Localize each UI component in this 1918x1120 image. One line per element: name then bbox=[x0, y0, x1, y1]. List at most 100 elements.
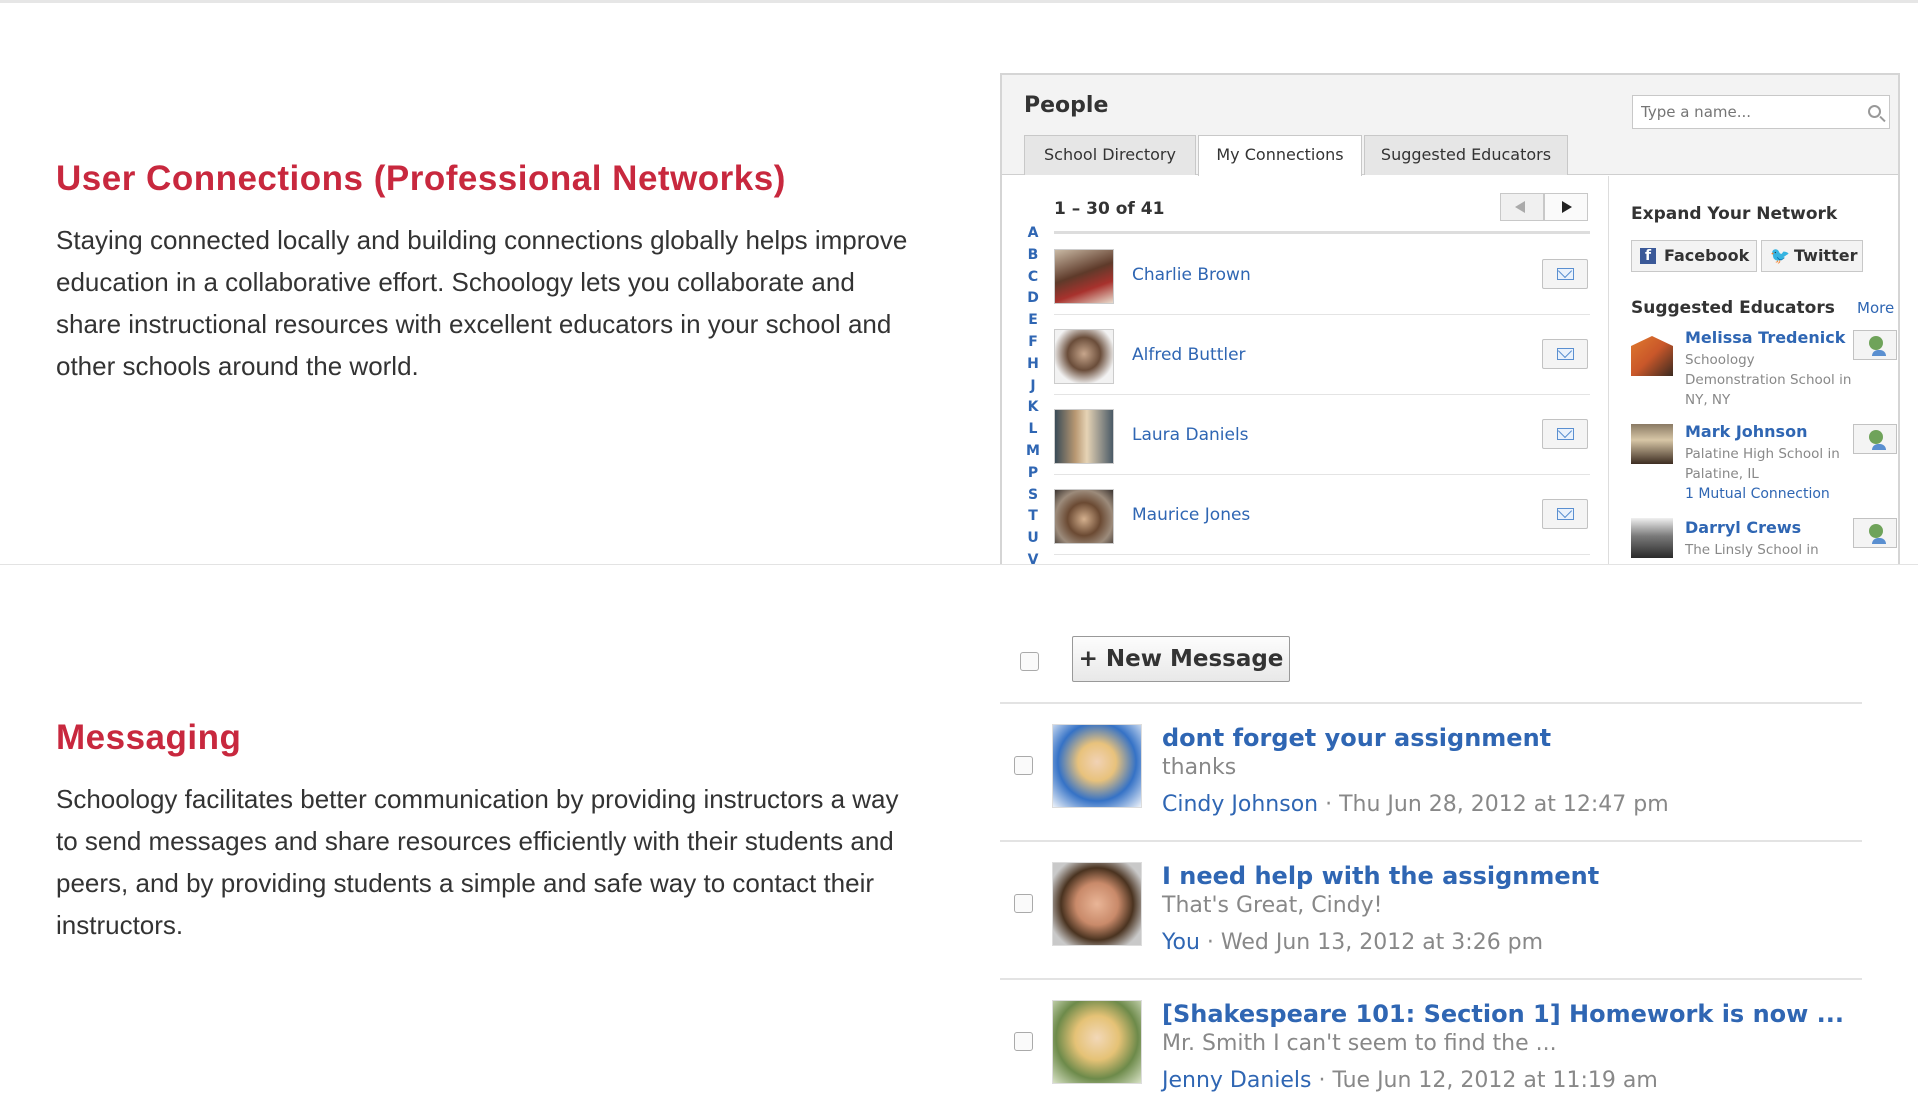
letter-link[interactable]: P bbox=[1024, 463, 1042, 485]
letter-link[interactable]: S bbox=[1024, 485, 1042, 507]
prev-page-button[interactable] bbox=[1500, 193, 1544, 221]
sender-avatar[interactable] bbox=[1052, 1000, 1142, 1084]
connections-section: User Connections (Professional Networks)… bbox=[0, 3, 1918, 565]
educator-avatar[interactable] bbox=[1631, 336, 1673, 376]
search-icon[interactable] bbox=[1868, 105, 1881, 118]
letter-link[interactable]: M bbox=[1024, 441, 1042, 463]
letter-link[interactable]: U bbox=[1024, 528, 1042, 550]
expand-network-title: Expand Your Network bbox=[1631, 204, 1838, 224]
message-button[interactable] bbox=[1542, 339, 1588, 369]
message-preview: That's Great, Cindy! bbox=[1162, 893, 1383, 918]
avatar[interactable] bbox=[1054, 249, 1114, 304]
select-all-checkbox[interactable] bbox=[1020, 652, 1039, 671]
messages-panel: + New Message dont forget your assignmen… bbox=[1000, 636, 1862, 1120]
educator-name[interactable]: Mark Johnson bbox=[1685, 422, 1807, 441]
letter-link[interactable]: L bbox=[1024, 419, 1042, 441]
letter-link[interactable]: J bbox=[1024, 376, 1042, 398]
messaging-title: Messaging bbox=[56, 718, 242, 757]
message-button[interactable] bbox=[1542, 419, 1588, 449]
letter-link[interactable]: T bbox=[1024, 506, 1042, 528]
people-panel: People School Directory My Connections S… bbox=[1000, 73, 1900, 564]
add-connection-button[interactable] bbox=[1853, 424, 1897, 454]
pager bbox=[1500, 193, 1590, 221]
letter-link[interactable]: F bbox=[1024, 332, 1042, 354]
educator-name[interactable]: Darryl Crews bbox=[1685, 518, 1801, 537]
new-message-button[interactable]: + New Message bbox=[1072, 636, 1290, 682]
letter-link[interactable]: H bbox=[1024, 354, 1042, 376]
message-row[interactable]: I need help with the assignment That's G… bbox=[1000, 842, 1862, 978]
mutual-connections-link[interactable]: 1 Mutual Connection bbox=[1685, 486, 1830, 502]
people-search-box bbox=[1632, 95, 1890, 129]
letter-link[interactable]: B bbox=[1024, 245, 1042, 267]
messaging-section: Messaging Schoology facilitates better c… bbox=[0, 566, 1918, 1120]
facebook-label: Facebook bbox=[1664, 246, 1750, 265]
connection-name[interactable]: Maurice Jones bbox=[1132, 505, 1250, 525]
results-count: 1 – 30 of 41 bbox=[1054, 199, 1165, 219]
alphabet-index: A B C D E F H J K L M P S T U V bbox=[1024, 223, 1042, 564]
educator-name[interactable]: Melissa Tredenick bbox=[1685, 328, 1845, 347]
message-meta: Cindy Johnson · Thu Jun 28, 2012 at 12:4… bbox=[1162, 792, 1669, 817]
message-subject[interactable]: dont forget your assignment bbox=[1162, 724, 1551, 752]
twitter-icon: 🐦 bbox=[1770, 246, 1790, 265]
message-row[interactable]: [Shakespeare 101: Section 1] Homework is… bbox=[1000, 980, 1862, 1116]
facebook-button[interactable]: f Facebook bbox=[1631, 240, 1757, 272]
educator-school: Schoology Demonstration School in NY, NY bbox=[1685, 352, 1852, 408]
letter-link[interactable]: E bbox=[1024, 310, 1042, 332]
connection-row: Laura Daniels bbox=[1054, 395, 1590, 475]
message-button[interactable] bbox=[1542, 499, 1588, 529]
tab-school-directory[interactable]: School Directory bbox=[1024, 135, 1196, 175]
people-header: People School Directory My Connections S… bbox=[1002, 75, 1898, 176]
message-row[interactable]: dont forget your assignment thanks Cindy… bbox=[1000, 704, 1862, 840]
message-sender[interactable]: Jenny Daniels bbox=[1162, 1068, 1312, 1093]
sender-avatar[interactable] bbox=[1052, 724, 1142, 808]
educator-avatar[interactable] bbox=[1631, 424, 1673, 464]
add-connection-button[interactable] bbox=[1853, 330, 1897, 360]
mail-icon bbox=[1557, 428, 1574, 440]
connections-title: User Connections (Professional Networks) bbox=[56, 159, 786, 198]
messaging-text: Messaging Schoology facilitates better c… bbox=[56, 716, 916, 946]
connections-description: Staying connected locally and building c… bbox=[56, 225, 908, 381]
connection-name[interactable]: Charlie Brown bbox=[1132, 265, 1251, 285]
people-search-input[interactable] bbox=[1633, 96, 1853, 128]
connection-name[interactable]: Alfred Buttler bbox=[1132, 345, 1246, 365]
letter-link[interactable]: K bbox=[1024, 397, 1042, 419]
message-date: · Wed Jun 13, 2012 at 3:26 pm bbox=[1199, 930, 1544, 955]
add-user-icon bbox=[1869, 524, 1886, 544]
connection-row: Charlie Brown bbox=[1054, 235, 1590, 315]
letter-link[interactable]: C bbox=[1024, 267, 1042, 289]
avatar[interactable] bbox=[1054, 409, 1114, 464]
message-sender[interactable]: Cindy Johnson bbox=[1162, 792, 1318, 817]
educator-avatar[interactable] bbox=[1631, 518, 1673, 558]
avatar[interactable] bbox=[1054, 329, 1114, 384]
message-preview: Mr. Smith I can't seem to find the ... bbox=[1162, 1031, 1557, 1056]
twitter-button[interactable]: 🐦 Twitter bbox=[1761, 240, 1863, 272]
sender-avatar[interactable] bbox=[1052, 862, 1142, 946]
next-page-button[interactable] bbox=[1544, 193, 1588, 221]
letter-link[interactable]: V bbox=[1024, 550, 1042, 564]
connection-name[interactable]: Laura Daniels bbox=[1132, 425, 1249, 445]
add-connection-button[interactable] bbox=[1853, 518, 1897, 548]
message-meta: Jenny Daniels · Tue Jun 12, 2012 at 11:1… bbox=[1162, 1068, 1658, 1093]
message-subject[interactable]: I need help with the assignment bbox=[1162, 862, 1599, 890]
connection-row: Maurice Jones bbox=[1054, 475, 1590, 555]
connection-row: Alfred Buttler bbox=[1054, 315, 1590, 395]
more-link[interactable]: More bbox=[1857, 299, 1894, 317]
tab-my-connections[interactable]: My Connections bbox=[1198, 135, 1362, 176]
connections-text: User Connections (Professional Networks)… bbox=[56, 157, 916, 387]
message-button[interactable] bbox=[1542, 259, 1588, 289]
letter-link[interactable]: A bbox=[1024, 223, 1042, 245]
message-checkbox[interactable] bbox=[1014, 756, 1033, 775]
list-divider bbox=[1054, 231, 1590, 234]
add-user-icon bbox=[1869, 430, 1886, 450]
tab-suggested-educators[interactable]: Suggested Educators bbox=[1364, 135, 1568, 175]
message-checkbox[interactable] bbox=[1014, 1032, 1033, 1051]
facebook-icon: f bbox=[1640, 248, 1656, 264]
message-subject[interactable]: [Shakespeare 101: Section 1] Homework is… bbox=[1162, 1000, 1844, 1028]
mail-icon bbox=[1557, 268, 1574, 280]
letter-link[interactable]: D bbox=[1024, 288, 1042, 310]
message-sender[interactable]: You bbox=[1162, 930, 1200, 955]
avatar[interactable] bbox=[1054, 489, 1114, 544]
message-checkbox[interactable] bbox=[1014, 894, 1033, 913]
message-date: · Tue Jun 12, 2012 at 11:19 am bbox=[1311, 1068, 1658, 1093]
message-date: · Thu Jun 28, 2012 at 12:47 pm bbox=[1318, 792, 1669, 817]
